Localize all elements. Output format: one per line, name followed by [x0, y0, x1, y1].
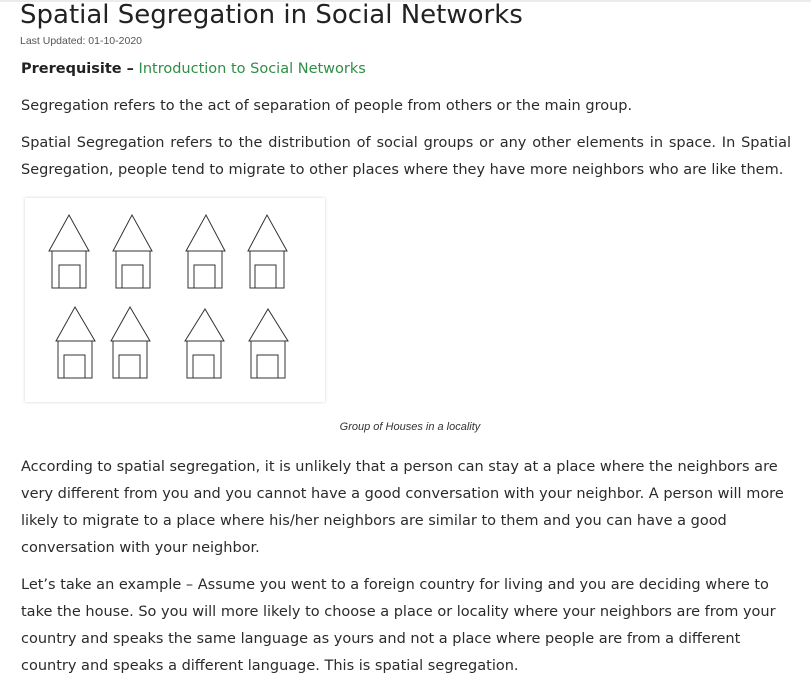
paragraph-spatial-segregation-explanation: According to spatial segregation, it is …: [21, 459, 784, 556]
house-icon: [110, 305, 151, 379]
houses-illustration: [48, 213, 289, 379]
page-title: Spatial Segregation in Social Networks: [20, 0, 523, 30]
paragraph-segregation-definition: Segregation refers to the act of separat…: [21, 98, 633, 114]
house-icon: [112, 213, 153, 289]
houses-figure: [25, 198, 325, 402]
house-icon: [247, 213, 288, 289]
house-icon: [184, 308, 225, 379]
paragraph-example: Let’s take an example – Assume you went …: [21, 577, 776, 674]
prerequisite-link[interactable]: Introduction to Social Networks: [139, 61, 366, 77]
prerequisite-label: Prerequisite –: [21, 61, 134, 77]
house-icon: [248, 308, 289, 379]
last-updated-date: Last Updated: 01-10-2020: [20, 35, 143, 47]
paragraph-spatial-segregation: Spatial Segregation refers to the distri…: [21, 135, 791, 178]
figure-caption: Group of Houses in a locality: [339, 421, 481, 433]
prerequisite-line: Prerequisite – Introduction to Social Ne…: [21, 61, 366, 77]
house-icon: [55, 305, 96, 379]
house-icon: [185, 213, 226, 289]
house-icon: [48, 213, 90, 289]
